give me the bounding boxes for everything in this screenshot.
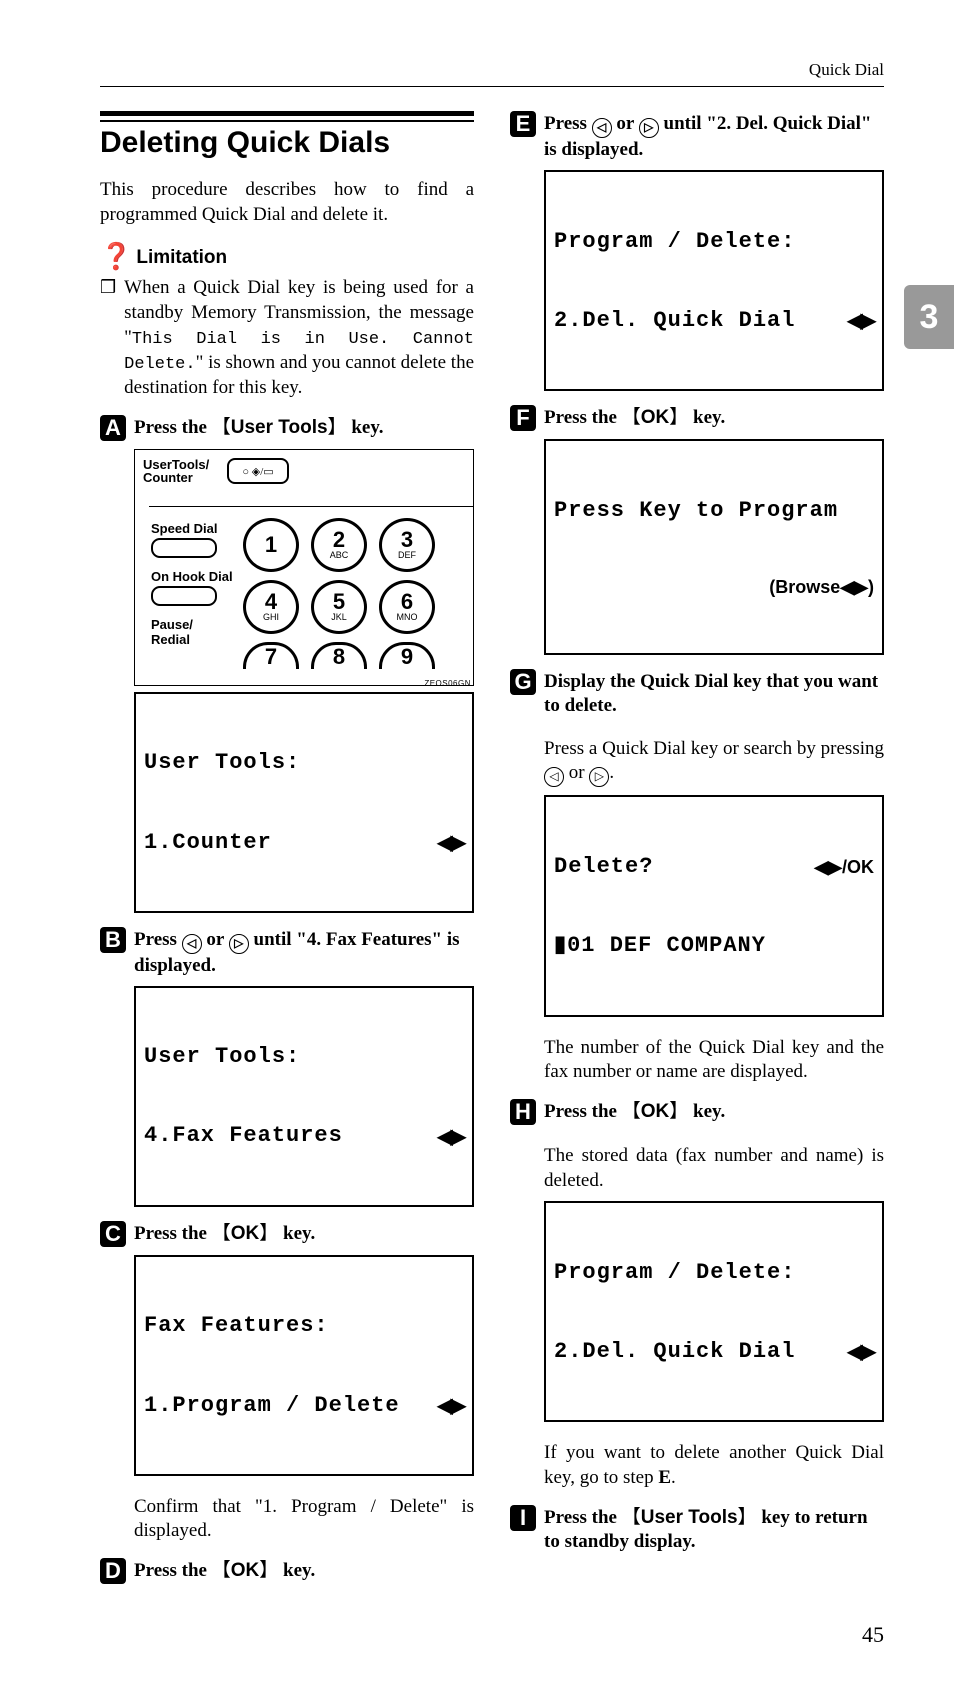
key-8: 8: [311, 642, 367, 669]
speed-dial-button: [151, 538, 217, 558]
page-number: 45: [100, 1622, 884, 1648]
key-1: 1: [243, 518, 299, 572]
lcd-delete-confirm: Delete?◀▶/OK ▮01 DEF COMPANY: [544, 795, 884, 1016]
right-arrow-icon: ▷: [639, 118, 659, 138]
step-number: C: [100, 1221, 126, 1247]
keypad-grid: 1 2ABC 3DEF 4GHI 5JKL 6MNO 7 8 9: [243, 518, 435, 669]
key-2: 2ABC: [311, 518, 367, 572]
key-3: 3DEF: [379, 518, 435, 572]
left-arrow-icon: ◁: [182, 934, 202, 954]
header-rule: [100, 86, 884, 87]
key-7: 7: [243, 642, 299, 669]
left-arrow-icon: ◁: [592, 118, 612, 138]
left-arrow-icon: ◁: [544, 767, 564, 787]
key-4: 4GHI: [243, 580, 299, 634]
step-6: F Press the OK key.: [510, 405, 884, 431]
step-1: A Press the User Tools key.: [100, 415, 474, 441]
step-number: G: [510, 669, 536, 695]
key-9: 9: [379, 642, 435, 669]
onhook-button: [151, 586, 217, 606]
step-number: D: [100, 1558, 126, 1584]
step-number: B: [100, 927, 126, 953]
step-7-note: Press a Quick Dial key or search by pres…: [544, 737, 884, 788]
step-3: C Press the OK key.: [100, 1221, 474, 1247]
step-9: I Press the User Tools key to return to …: [510, 1505, 884, 1554]
step-7-after: The number of the Quick Dial key and the…: [544, 1036, 884, 1085]
limitation-item: ❒ When a Quick Dial key is being used fo…: [100, 276, 474, 400]
step-3-note: Confirm that "1. Program / Delete" is di…: [134, 1495, 474, 1544]
step-number: I: [510, 1505, 536, 1531]
step-number: F: [510, 405, 536, 431]
lcd-del-quick-dial-2: Program / Delete: 2.Del. Quick Dial◀▶: [544, 1201, 884, 1422]
usertools-button: ○ ◈/▭: [227, 458, 289, 484]
illustration-code: ZEQS06GN: [424, 679, 471, 686]
step-4: D Press the OK key.: [100, 1558, 474, 1584]
right-arrow-icon: ▷: [229, 934, 249, 954]
lcd-fax-features: User Tools: 4.Fax Features◀▶: [134, 986, 474, 1207]
onhook-label: On Hook Dial: [151, 570, 233, 584]
key-6: 6MNO: [379, 580, 435, 634]
intro-text: This procedure describes how to find a p…: [100, 178, 474, 227]
lcd-del-quick-dial: Program / Delete: 2.Del. Quick Dial◀▶: [544, 170, 884, 391]
key-5: 5JKL: [311, 580, 367, 634]
running-head: Quick Dial: [100, 60, 884, 86]
bullet-icon: ❒: [100, 276, 116, 400]
step-8-note: The stored data (fax number and name) is…: [544, 1144, 884, 1193]
section-rule: [100, 111, 474, 122]
section-title: Deleting Quick Dials: [100, 126, 474, 160]
ok-key: OK: [212, 1560, 279, 1581]
limitation-heading: ❓Limitation: [100, 241, 474, 272]
step-5: E Press ◁ or ▷ until "2. Del. Quick Dial…: [510, 111, 884, 162]
keypad-illustration: UserTools/Counter ○ ◈/▭ CleaMod Speed Di…: [134, 449, 474, 686]
step-7: G Display the Quick Dial key that you wa…: [510, 669, 884, 718]
ok-key: OK: [212, 1223, 279, 1244]
pause-label: Pause/Redial: [151, 618, 233, 647]
right-arrow-icon: ▷: [589, 767, 609, 787]
step-2: B Press ◁ or ▷ until "4. Fax Features" i…: [100, 927, 474, 978]
step-8: H Press the OK key.: [510, 1099, 884, 1125]
step-number: E: [510, 111, 536, 137]
user-tools-key: User Tools: [212, 417, 347, 438]
limitation-icon: ❓: [100, 241, 132, 272]
lcd-usertools-counter: User Tools: 1.Counter◀▶: [134, 692, 474, 913]
speed-dial-label: Speed Dial: [151, 522, 233, 536]
usertools-label: UserTools/Counter: [143, 458, 221, 485]
lcd-press-key: Press Key to Program (Browse◀▶): [544, 439, 884, 655]
step-8-after: If you want to delete another Quick Dial…: [544, 1441, 884, 1490]
user-tools-key: User Tools: [622, 1507, 757, 1528]
step-number: H: [510, 1099, 536, 1125]
ok-key: OK: [622, 1101, 689, 1122]
chapter-tab: 3: [904, 285, 954, 349]
step-number: A: [100, 415, 126, 441]
ok-key: OK: [622, 407, 689, 428]
lcd-program-delete: Fax Features: 1.Program / Delete◀▶: [134, 1255, 474, 1476]
